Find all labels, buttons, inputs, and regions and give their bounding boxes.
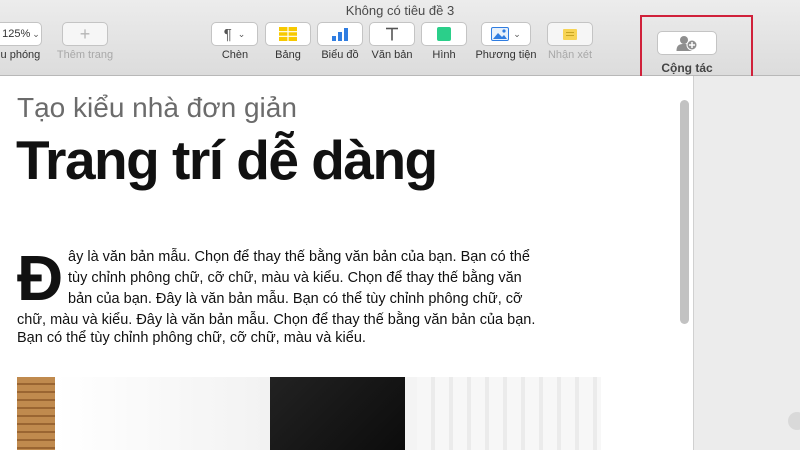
comment-icon xyxy=(563,28,577,40)
curtain xyxy=(417,377,601,450)
body-text-line[interactable]: tùy chỉnh phông chữ, cỡ chữ, màu và kiểu… xyxy=(68,269,522,288)
comment-label: Nhận xét xyxy=(547,49,593,61)
sidebar-edge-handle[interactable] xyxy=(788,412,800,430)
document-subtitle[interactable]: Tạo kiểu nhà đơn giản xyxy=(17,92,297,124)
interior-photo[interactable] xyxy=(17,377,601,450)
collaborate-highlight-box xyxy=(640,15,753,83)
zoom-value: 125% xyxy=(2,28,31,40)
toolbar: Không có tiêu đề 3 125% ⌄ Thu phóng + Th… xyxy=(0,0,800,83)
shape-label: Hình xyxy=(432,49,456,61)
media-button[interactable]: ⌄ xyxy=(481,22,531,46)
add-page-button[interactable]: + xyxy=(62,22,108,46)
text-button[interactable] xyxy=(369,22,415,46)
document-title[interactable]: Trang trí dễ dàng xyxy=(16,128,438,192)
chevron-down-icon: ⌄ xyxy=(32,28,40,39)
bar-chart-icon xyxy=(332,28,348,41)
paragraph-icon: ¶ xyxy=(223,25,232,43)
body-text-line[interactable]: bản của bạn. Đây là văn bản mẫu. Bạn có … xyxy=(68,290,523,309)
format-sidebar xyxy=(693,76,800,450)
text-icon xyxy=(386,27,398,41)
chart-button[interactable] xyxy=(317,22,363,46)
shape-icon xyxy=(437,27,451,41)
plus-icon: + xyxy=(79,23,91,44)
table-button[interactable] xyxy=(265,22,311,46)
wooden-shutter xyxy=(17,377,55,450)
chart-label: Biểu đồ xyxy=(321,49,359,61)
chevron-down-icon: ⌄ xyxy=(237,28,246,39)
window-light xyxy=(55,377,285,450)
body-text-line[interactable]: ây là văn bản mẫu. Chọn để thay thế bằng… xyxy=(68,248,530,267)
body-text-line[interactable]: Bạn có thể tùy chỉnh phông chữ, cỡ chữ, … xyxy=(17,329,366,348)
vertical-scrollbar[interactable] xyxy=(680,100,689,324)
add-page-label: Thêm trang xyxy=(56,49,114,61)
image-icon xyxy=(491,27,510,41)
body-text-line[interactable]: chữ, màu và kiểu. Đây là văn bản mẫu. Ch… xyxy=(17,311,535,330)
dark-artwork xyxy=(270,377,405,450)
insert-label: Chèn xyxy=(221,49,249,61)
text-label: Văn bản xyxy=(371,49,413,61)
zoom-label: Thu phóng xyxy=(0,49,41,61)
insert-button[interactable]: ¶ ⌄ xyxy=(211,22,258,46)
zoom-select[interactable]: 125% ⌄ xyxy=(0,22,42,46)
media-label: Phương tiện xyxy=(475,49,537,61)
table-icon xyxy=(279,27,297,41)
comment-button[interactable] xyxy=(547,22,593,46)
table-label: Bảng xyxy=(275,49,301,61)
drop-cap[interactable]: Đ xyxy=(17,246,63,310)
chevron-down-icon: ⌄ xyxy=(513,28,521,39)
shape-button[interactable] xyxy=(421,22,467,46)
